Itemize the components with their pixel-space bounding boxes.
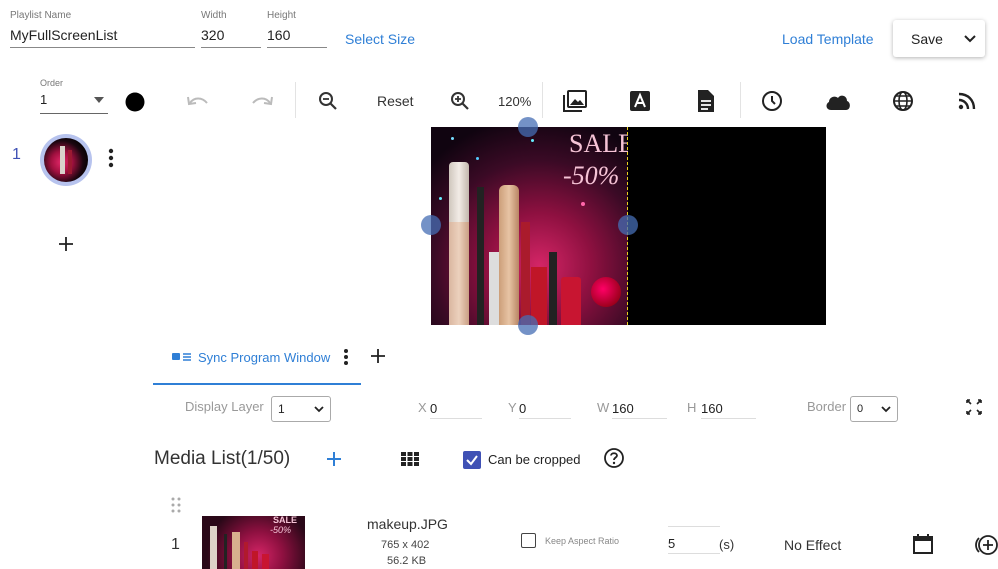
resize-handle-right[interactable]: [618, 215, 638, 235]
duration-unit: (s): [719, 537, 735, 552]
media-list-title: Media List(1/50): [154, 448, 291, 469]
redo-icon[interactable]: [250, 93, 274, 111]
reset-button[interactable]: Reset: [377, 93, 414, 109]
resize-handle-bottom[interactable]: [518, 315, 538, 335]
add-media-icon[interactable]: [326, 451, 342, 467]
height-input[interactable]: 160: [267, 27, 327, 48]
save-button[interactable]: Save: [893, 20, 985, 57]
playlist-name-input[interactable]: MyFullScreenList: [10, 27, 195, 48]
chevron-down-icon[interactable]: [963, 32, 977, 46]
page-more-icon[interactable]: [108, 148, 114, 168]
page-number: 1: [12, 146, 21, 163]
image-icon[interactable]: [562, 89, 588, 113]
width-label: Width: [201, 10, 227, 21]
preview-canvas[interactable]: SALE -50%: [421, 117, 826, 335]
display-layer-select[interactable]: 1: [271, 396, 331, 422]
width-input[interactable]: 320: [201, 27, 261, 48]
text-icon[interactable]: [629, 90, 651, 112]
h-input[interactable]: 160: [701, 393, 756, 419]
x-label: X: [418, 400, 427, 415]
fullscreen-icon[interactable]: [965, 398, 983, 416]
load-template-button[interactable]: Load Template: [782, 31, 874, 47]
order-value: 1: [40, 92, 48, 107]
save-label: Save: [911, 30, 943, 47]
add-page-icon[interactable]: [58, 236, 74, 252]
preview-image[interactable]: SALE -50%: [431, 127, 628, 325]
keep-aspect-checkbox[interactable]: [521, 533, 536, 548]
w-input[interactable]: 160: [612, 393, 667, 419]
tab-sync-program-window[interactable]: Sync Program Window: [153, 343, 361, 385]
zoom-out-icon[interactable]: [318, 91, 338, 111]
add-circle-icon[interactable]: [975, 534, 998, 556]
media-filename: makeup.JPG: [367, 516, 448, 532]
undo-icon[interactable]: [186, 93, 210, 111]
add-window-icon[interactable]: [370, 348, 386, 364]
thumbnail-discount-text: -50%: [270, 525, 292, 535]
zoom-level: 120%: [498, 94, 532, 109]
checkmark-icon: [463, 451, 481, 469]
rss-icon[interactable]: [958, 92, 976, 110]
border-select[interactable]: 0: [850, 396, 898, 422]
calendar-icon[interactable]: [912, 533, 934, 555]
dropdown-arrow-icon: [94, 97, 104, 103]
duration-input[interactable]: 5: [668, 526, 720, 554]
keep-aspect-label: Keep Aspect Ratio: [545, 536, 620, 546]
drag-handle-icon[interactable]: [171, 497, 181, 513]
order-label: Order: [40, 78, 64, 88]
tab-more-icon[interactable]: [343, 348, 349, 366]
select-size-button[interactable]: Select Size: [345, 31, 415, 47]
zoom-in-icon[interactable]: [450, 91, 470, 111]
color-dot-icon[interactable]: [125, 92, 145, 112]
media-row-index: 1: [171, 536, 180, 553]
help-icon[interactable]: [603, 447, 625, 469]
border-label: Border: [807, 399, 847, 414]
display-layer-value: 1: [278, 402, 285, 416]
y-input[interactable]: 0: [519, 393, 571, 419]
media-dimensions: 765 x 402: [381, 539, 430, 551]
w-label: W: [597, 400, 610, 415]
effect-select[interactable]: No Effect: [784, 537, 841, 553]
grid-view-icon[interactable]: [401, 452, 419, 466]
can-be-cropped-label: Can be cropped: [488, 452, 581, 467]
y-label: Y: [508, 400, 517, 415]
clock-icon[interactable]: [761, 90, 783, 112]
thumbnail-sale-text: SALE: [273, 516, 298, 525]
globe-icon[interactable]: [892, 90, 914, 112]
border-value: 0: [857, 403, 864, 415]
playlist-name-label: Playlist Name: [10, 10, 72, 21]
media-thumbnail[interactable]: SALE -50%: [202, 516, 305, 569]
cloud-icon[interactable]: [824, 92, 852, 112]
display-layer-label: Display Layer: [185, 399, 264, 414]
can-be-cropped-checkbox[interactable]: [463, 451, 481, 469]
window-layout-icon: [172, 351, 192, 363]
tab-label: Sync Program Window: [198, 350, 331, 365]
h-label: H: [687, 400, 697, 415]
order-select[interactable]: 1: [40, 92, 108, 114]
height-label: Height: [267, 10, 296, 21]
preview-sale-text: SALE: [569, 129, 628, 158]
media-size: 56.2 KB: [387, 555, 427, 567]
page-thumbnail[interactable]: [40, 134, 92, 186]
resize-handle-top[interactable]: [518, 117, 538, 137]
document-icon[interactable]: [697, 89, 715, 113]
chevron-down-icon: [881, 405, 891, 413]
chevron-down-icon: [314, 405, 324, 413]
resize-handle-left[interactable]: [421, 215, 441, 235]
x-input[interactable]: 0: [430, 393, 482, 419]
preview-discount-text: -50%: [563, 161, 620, 190]
